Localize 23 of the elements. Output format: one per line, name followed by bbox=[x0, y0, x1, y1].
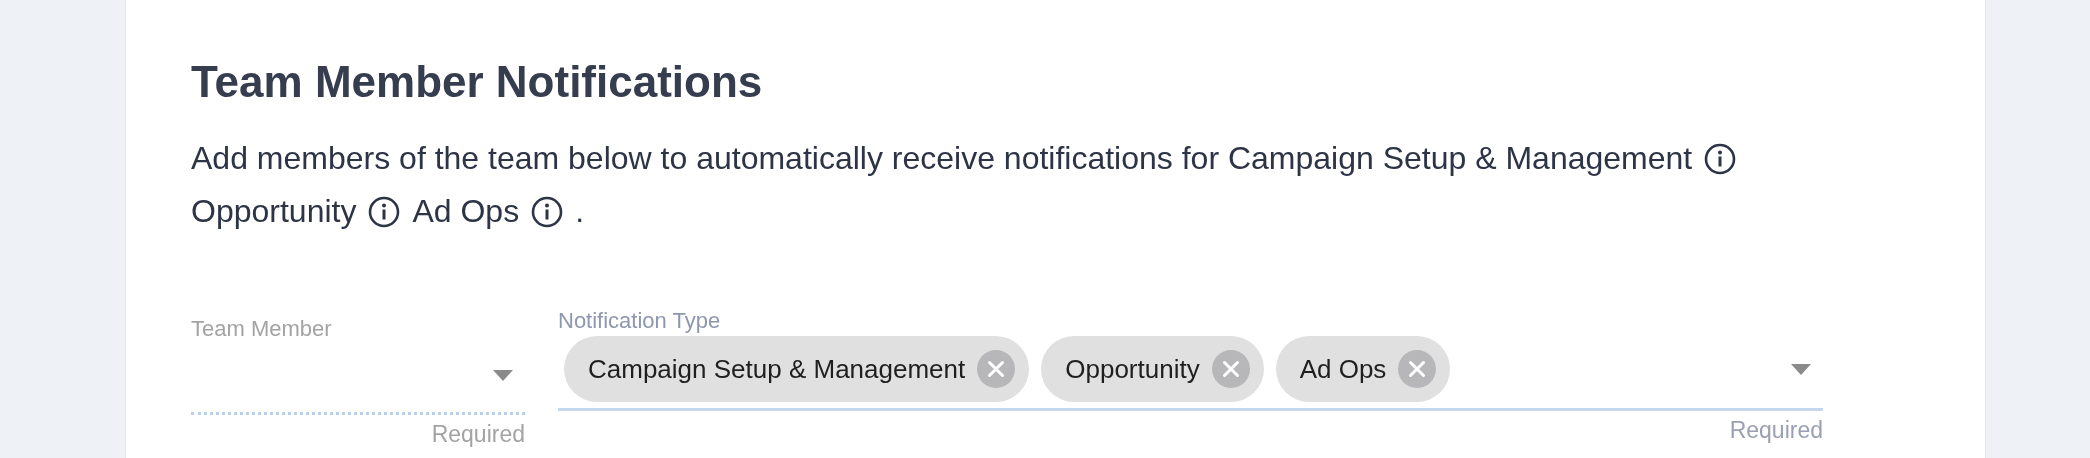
chip[interactable]: Ad Ops bbox=[1275, 336, 1451, 402]
chip[interactable]: Opportunity bbox=[1041, 336, 1264, 402]
close-icon[interactable] bbox=[1398, 350, 1437, 388]
description-text: Ad Ops bbox=[412, 193, 520, 229]
field-label: Team Member bbox=[191, 316, 333, 342]
dropdown-caret-icon[interactable] bbox=[1791, 363, 1811, 375]
select-field[interactable]: Campaign Setup & Management Opportunity Ad Ops bbox=[558, 334, 1823, 411]
chip-label: Ad Ops bbox=[1299, 353, 1387, 385]
helper-text: Required bbox=[1729, 417, 1823, 444]
field-label: Notification Type bbox=[558, 308, 722, 334]
section-heading: Team Member Notifications bbox=[191, 56, 764, 108]
close-icon[interactable] bbox=[977, 350, 1016, 388]
helper-text: Required bbox=[431, 421, 525, 448]
chip-label: Campaign Setup & Management bbox=[588, 353, 966, 385]
chip-label: Opportunity bbox=[1065, 353, 1200, 385]
description-text: Add members of the team below to automatically receive notifications for Campaign Setup & Management bbox=[191, 140, 1693, 176]
info-icon[interactable] bbox=[1704, 143, 1737, 175]
chip[interactable]: Campaign Setup & Management bbox=[564, 336, 1030, 402]
info-icon[interactable] bbox=[531, 196, 564, 228]
close-icon[interactable] bbox=[1211, 350, 1250, 388]
info-icon[interactable] bbox=[368, 196, 401, 228]
description-text: . bbox=[575, 193, 585, 229]
description-text: Opportunity bbox=[191, 193, 357, 229]
